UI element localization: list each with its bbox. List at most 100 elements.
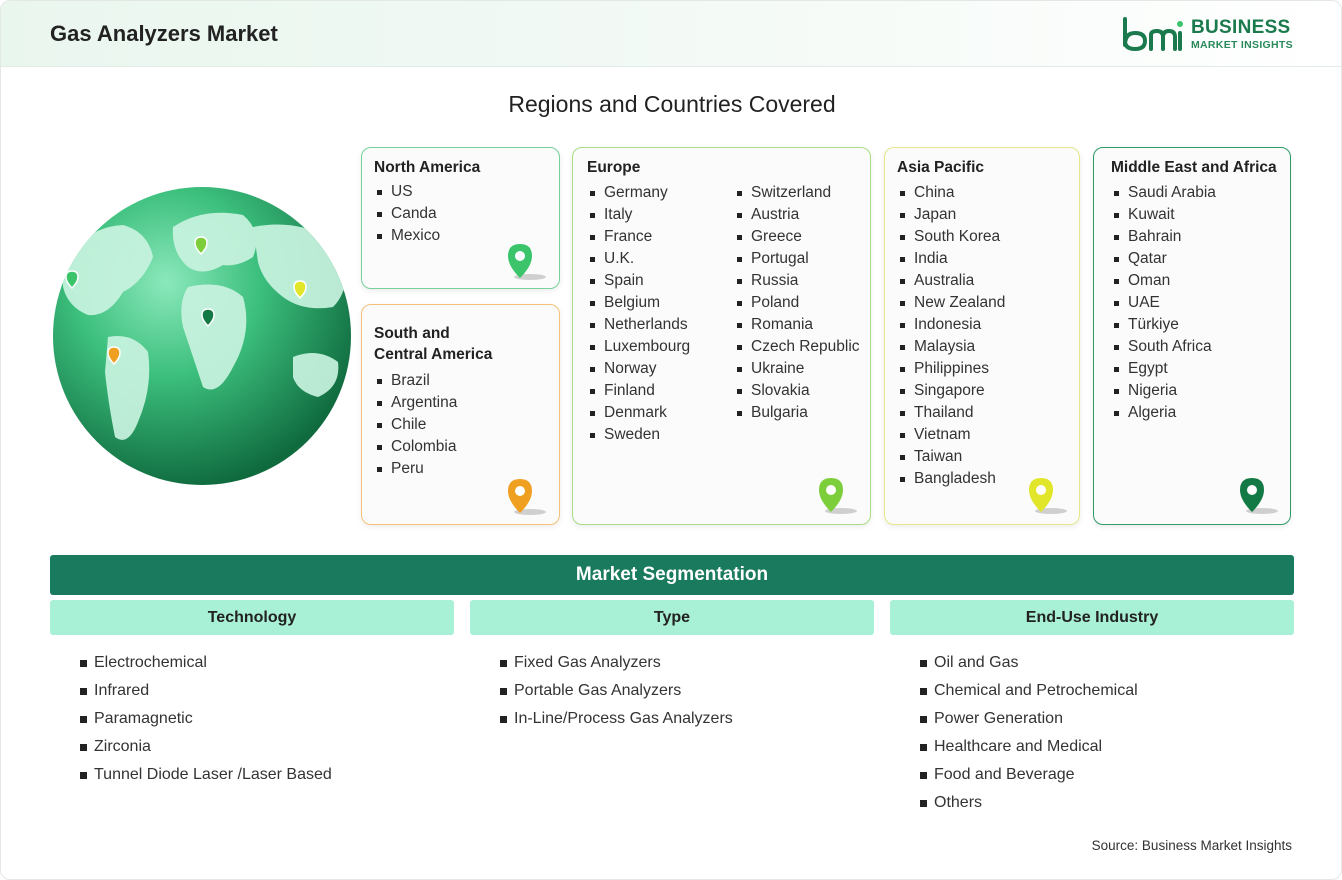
country-item: Switzerland [735, 182, 860, 204]
country-list: China Japan South Korea India Australia … [898, 182, 1005, 490]
segmentation-banner: Market Segmentation [50, 555, 1294, 595]
country-item: Oman [1112, 270, 1216, 292]
country-item: Finland [588, 380, 690, 402]
country-list: Saudi Arabia Kuwait Bahrain Qatar Oman U… [1112, 182, 1216, 424]
country-item: Argentina [375, 392, 457, 414]
country-item: Philippines [898, 358, 1005, 380]
country-item: US [375, 181, 440, 203]
card-title: South and Central America [374, 323, 492, 365]
country-item: Algeria [1112, 402, 1216, 424]
segment-item: Power Generation [920, 705, 1138, 733]
country-item: Japan [898, 204, 1005, 226]
card-south-central-america: South and Central America Brazil Argenti… [361, 304, 560, 525]
card-title-line2: Central America [374, 346, 493, 363]
segment-header-technology: Technology [50, 600, 454, 635]
country-item: Luxembourg [588, 336, 690, 358]
country-item: China [898, 182, 1005, 204]
country-item: Qatar [1112, 248, 1216, 270]
infographic: Gas Analyzers Market BUSINESS MARKET INS… [0, 0, 1342, 880]
segment-item: Food and Beverage [920, 761, 1138, 789]
country-item: Taiwan [898, 446, 1005, 468]
header-bar: Gas Analyzers Market BUSINESS MARKET INS… [1, 1, 1341, 67]
country-item: Spain [588, 270, 690, 292]
segment-list-type: Fixed Gas Analyzers Portable Gas Analyze… [500, 649, 733, 733]
country-item: Nigeria [1112, 380, 1216, 402]
country-item: Brazil [375, 370, 457, 392]
bmi-logo-icon [1123, 17, 1183, 52]
country-item: UAE [1112, 292, 1216, 314]
country-item: Sweden [588, 424, 690, 446]
segment-header-type: Type [470, 600, 874, 635]
country-list: US Canda Mexico [375, 181, 440, 247]
country-item: Mexico [375, 225, 440, 247]
country-item: Netherlands [588, 314, 690, 336]
country-item: Chile [375, 414, 457, 436]
regions-title: Regions and Countries Covered [508, 91, 836, 117]
map-pin-icon [1029, 478, 1067, 514]
country-item: South Korea [898, 226, 1005, 248]
map-pin-icon [508, 479, 546, 515]
country-item: Kuwait [1112, 204, 1216, 226]
country-item: Türkiye [1112, 314, 1216, 336]
country-item: Romania [735, 314, 860, 336]
map-pin-icon [508, 244, 546, 280]
country-item: Portugal [735, 248, 860, 270]
country-item: Indonesia [898, 314, 1005, 336]
card-title: North America [374, 159, 481, 176]
country-list: Brazil Argentina Chile Colombia Peru [375, 370, 457, 480]
page-title: Gas Analyzers Market [50, 21, 278, 46]
segment-item: Chemical and Petrochemical [920, 677, 1138, 705]
country-item: Bahrain [1112, 226, 1216, 248]
country-item: Germany [588, 182, 690, 204]
country-item: France [588, 226, 690, 248]
segment-item: Portable Gas Analyzers [500, 677, 733, 705]
segment-item: Paramagnetic [80, 705, 332, 733]
country-item: Italy [588, 204, 690, 226]
card-title-line1: South and [374, 325, 450, 342]
country-item: Saudi Arabia [1112, 182, 1216, 204]
card-asia-pacific: Asia Pacific China Japan South Korea Ind… [884, 147, 1080, 525]
card-europe: Europe Germany Italy France U.K. Spain B… [572, 147, 871, 525]
country-item: Denmark [588, 402, 690, 424]
country-item: Peru [375, 458, 457, 480]
country-item: Russia [735, 270, 860, 292]
card-title: Asia Pacific [897, 159, 985, 176]
segment-item: Tunnel Diode Laser /Laser Based [80, 761, 332, 789]
country-item: Poland [735, 292, 860, 314]
globe-illustration [53, 187, 351, 485]
country-item: Greece [735, 226, 860, 248]
company-logo: BUSINESS MARKET INSIGHTS [1121, 15, 1301, 55]
country-item: South Africa [1112, 336, 1216, 358]
country-item: Norway [588, 358, 690, 380]
segment-list-technology: Electrochemical Infrared Paramagnetic Zi… [80, 649, 332, 789]
country-list-col1: Germany Italy France U.K. Spain Belgium … [588, 182, 690, 446]
country-item: Vietnam [898, 424, 1005, 446]
card-title: Middle East and Africa [1111, 159, 1277, 176]
logo-line2: MARKET INSIGHTS [1191, 39, 1293, 51]
card-middle-east-africa: Middle East and Africa Saudi Arabia Kuwa… [1093, 147, 1291, 525]
logo-line1: BUSINESS [1191, 17, 1291, 38]
segment-item: Infrared [80, 677, 332, 705]
segment-item: Electrochemical [80, 649, 332, 677]
country-item: Ukraine [735, 358, 860, 380]
segment-header-end-use: End-Use Industry [890, 600, 1294, 635]
segment-item: In-Line/Process Gas Analyzers [500, 705, 733, 733]
country-item: U.K. [588, 248, 690, 270]
segment-list-end-use: Oil and Gas Chemical and Petrochemical P… [920, 649, 1138, 817]
map-pin-icon [819, 478, 857, 514]
card-north-america: North America US Canda Mexico [361, 147, 560, 289]
country-item: New Zealand [898, 292, 1005, 314]
segment-item: Healthcare and Medical [920, 733, 1138, 761]
segment-item: Others [920, 789, 1138, 817]
country-item: Malaysia [898, 336, 1005, 358]
country-item: Australia [898, 270, 1005, 292]
country-list-col2: Switzerland Austria Greece Portugal Russ… [735, 182, 860, 424]
country-item: Egypt [1112, 358, 1216, 380]
country-item: Singapore [898, 380, 1005, 402]
country-item: Czech Republic [735, 336, 860, 358]
country-item: Canda [375, 203, 440, 225]
country-item: Slovakia [735, 380, 860, 402]
segment-item: Oil and Gas [920, 649, 1138, 677]
country-item: Belgium [588, 292, 690, 314]
country-item: Bangladesh [898, 468, 1005, 490]
